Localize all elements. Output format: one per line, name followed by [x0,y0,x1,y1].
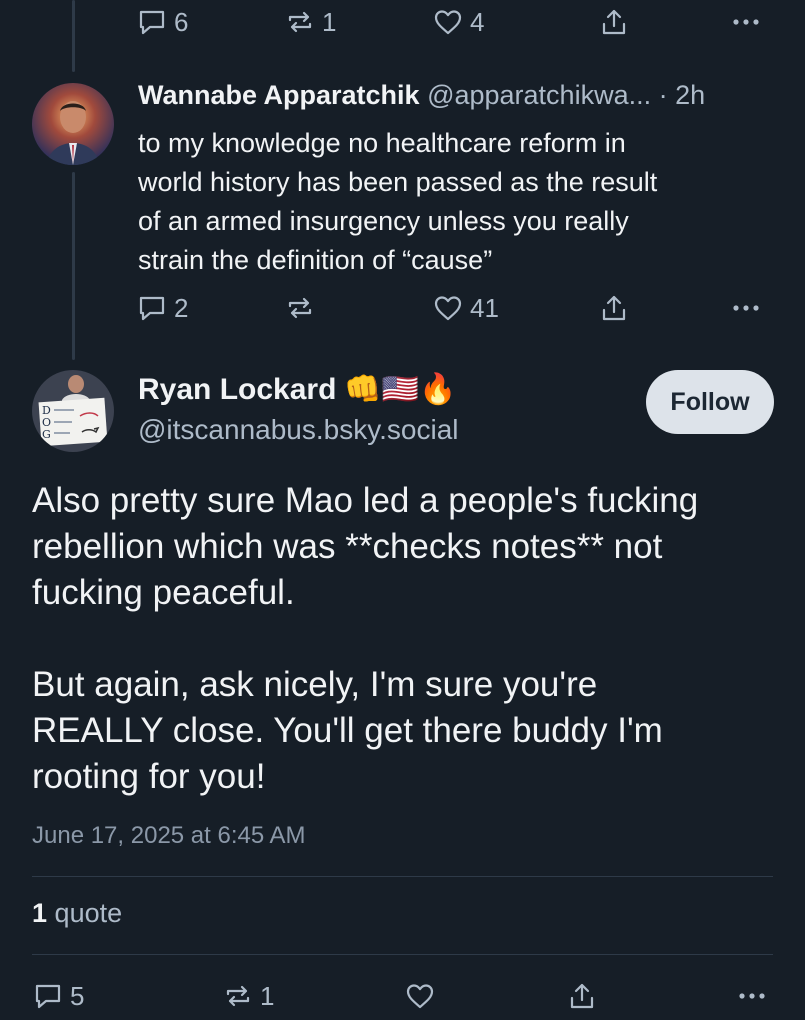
like-button[interactable]: 4 [432,6,484,38]
reply-icon [139,10,165,35]
post-timestamp: June 17, 2025 at 6:45 AM [32,822,306,849]
repost-icon [288,11,312,33]
share-button[interactable] [598,6,630,38]
reply-icon [35,984,61,1009]
repost-button[interactable] [284,292,322,324]
reply-count: 5 [70,980,85,1011]
post-handle[interactable]: @itscannabus.bsky.social [138,414,459,446]
repost-icon [226,985,250,1007]
more-icon [733,305,759,311]
more-icon [733,19,759,25]
like-button[interactable]: 41 [432,292,499,324]
heart-icon [434,296,462,321]
top-action-row: 6 1 4 [0,6,805,46]
share-button[interactable] [598,292,630,324]
like-count: 4 [470,6,485,37]
reply-text: to my knowledge no healthcare reform in … [138,128,658,275]
repost-icon [288,297,312,319]
reply-button[interactable]: 2 [136,292,188,324]
reply-button[interactable]: 5 [32,980,84,1012]
share-button[interactable] [566,980,598,1012]
reply-button[interactable]: 6 [136,6,188,38]
reply-count: 6 [174,6,189,37]
quote-label: quote [54,898,123,928]
share-icon [570,983,594,1009]
reply-header: Wannabe Apparatchik @apparatchikwa... · … [138,80,705,111]
share-icon [602,9,626,35]
repost-count: 1 [260,980,275,1011]
reply-icon [139,296,165,321]
svg-text:G: G [42,428,51,441]
repost-button[interactable]: 1 [222,980,274,1012]
repost-count: 1 [322,6,337,37]
more-icon [739,993,765,999]
divider-top [32,876,773,877]
more-button[interactable] [730,292,762,324]
post-display-name-text: Ryan Lockard [138,372,337,406]
heart-icon [434,10,462,35]
post-avatar[interactable]: D O G [32,370,114,452]
quote-count: 1 [32,898,48,928]
divider-bottom [32,954,773,955]
more-button[interactable] [736,980,768,1012]
post-display-name-emoji: 👊🇺🇸🔥 [344,372,457,407]
reply-time: · 2h [658,80,706,110]
post-text: Also pretty sure Mao led a people's fuck… [32,481,699,796]
reply-avatar[interactable] [32,83,114,165]
reply-display-name[interactable]: Wannabe Apparatchik [138,80,420,110]
post-display-name[interactable]: Ryan Lockard 👊🇺🇸🔥 [138,372,456,407]
more-button[interactable] [730,6,762,38]
reply-action-row: 2 41 [0,292,805,332]
reply-count: 2 [174,292,189,323]
quote-count-link[interactable]: 1 quote [32,898,122,929]
share-icon [602,295,626,321]
like-count: 41 [470,292,499,323]
post-action-row: 5 1 [0,980,805,1020]
like-button[interactable] [404,980,436,1012]
reply-handle[interactable]: @apparatchikwa... [427,80,651,110]
heart-icon [406,984,434,1009]
follow-button[interactable]: Follow [646,370,774,434]
repost-button[interactable]: 1 [284,6,336,38]
